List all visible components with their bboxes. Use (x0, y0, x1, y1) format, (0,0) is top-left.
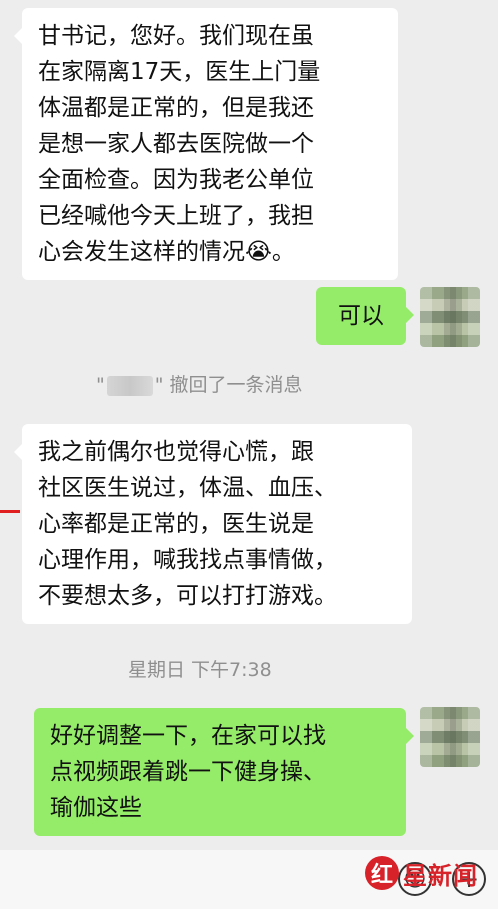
recall-text: " 撤回了一条消息 (154, 374, 303, 396)
message-bubble-outgoing: 可以 (316, 287, 414, 345)
blurred-name (106, 375, 153, 396)
red-mark (0, 510, 20, 513)
watermark-logo: 红 星新闻 (365, 848, 478, 898)
recall-notice: " " 撤回了一条消息 (96, 370, 303, 397)
timestamp: 星期日 下午7:38 (128, 659, 272, 681)
watermark-text: 星新闻 (403, 860, 478, 890)
recall-prefix: " (96, 374, 105, 396)
sender-avatar[interactable] (420, 707, 480, 767)
logo-icon: 红 (365, 856, 399, 890)
message-bubble-incoming: 甘书记，您好。我们现在虽 在家隔离17天，医生上门量 体温都是正常的，但是我还 … (14, 8, 398, 280)
message-bubble-incoming: 我之前偶尔也觉得心慌，跟 社区医生说过，体温、血压、 心率都是正常的，医生说是 … (14, 424, 412, 624)
message-bubble-outgoing: 好好调整一下，在家可以找 点视频跟着跳一下健身操、 瑜伽这些 (34, 708, 414, 836)
sender-avatar[interactable] (420, 287, 480, 347)
